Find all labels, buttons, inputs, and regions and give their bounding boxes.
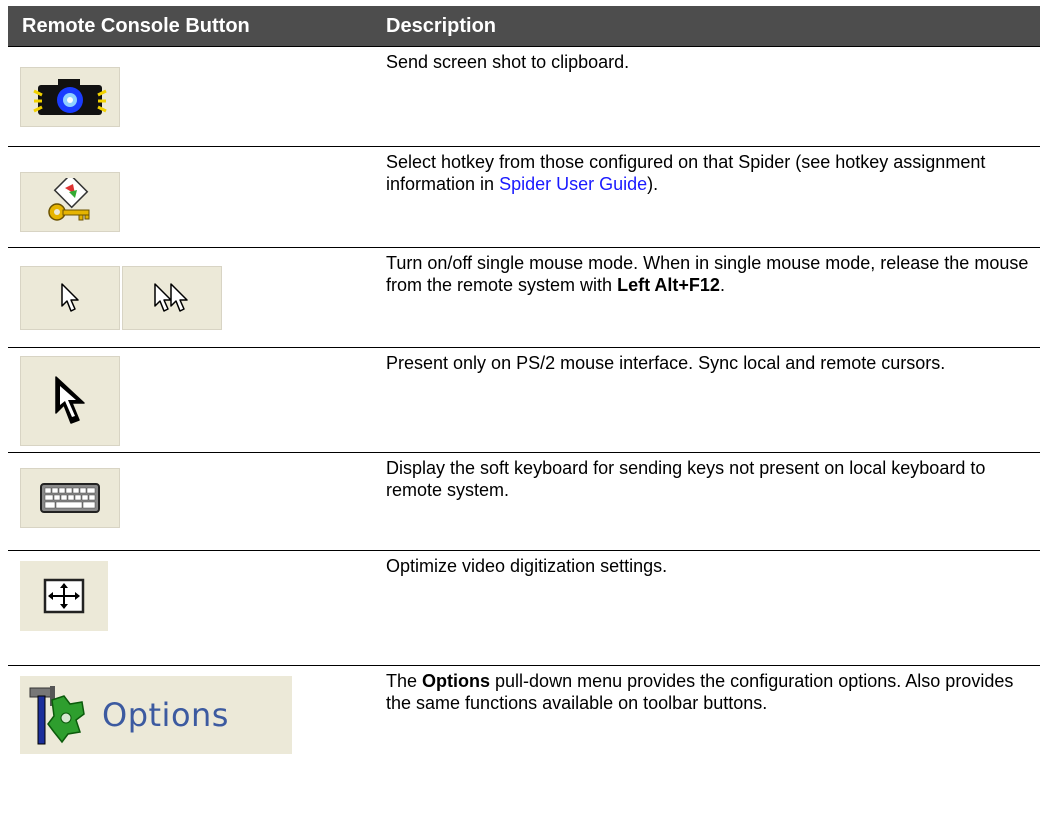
options-icon <box>29 686 85 745</box>
cursor-sync-icon <box>55 376 85 424</box>
keyboard-icon <box>40 483 100 513</box>
options-bold-text: Options <box>422 671 491 691</box>
row-description: The Options pull-down menu provides the … <box>386 671 1014 713</box>
pointer-icon <box>61 283 79 312</box>
spider-user-guide-link[interactable]: Spider User Guide <box>499 174 647 194</box>
table-row: Send screen shot to clipboard. <box>8 47 1040 147</box>
table-row: Options The Options pull-down menu provi… <box>8 666 1040 776</box>
shortcut-text: Left Alt+F12 <box>617 275 720 295</box>
header-button-column: Remote Console Button <box>22 14 250 37</box>
row-description: Send screen shot to clipboard. <box>386 52 630 72</box>
row-description: Optimize video digitization settings. <box>386 556 668 576</box>
auto-adjust-icon <box>43 578 85 614</box>
options-label: Options <box>102 696 229 734</box>
table-row: Select hotkey from those configured on t… <box>8 147 1040 248</box>
single-mouse-icon <box>154 283 188 312</box>
row-description: Present only on PS/2 mouse interface. Sy… <box>386 353 946 373</box>
single-mouse-on-button[interactable] <box>122 266 222 330</box>
table-row: Optimize video digitization settings. <box>8 551 1040 666</box>
sync-cursor-button[interactable] <box>20 356 120 446</box>
auto-adjust-button[interactable] <box>20 561 108 631</box>
row-description: Turn on/off single mouse mode. When in s… <box>386 253 1029 295</box>
single-mouse-off-button[interactable] <box>20 266 120 330</box>
camera-icon <box>33 79 107 115</box>
header-description-column: Description <box>386 14 497 37</box>
soft-keyboard-button[interactable] <box>20 468 120 528</box>
row-description: Display the soft keyboard for sending ke… <box>386 458 986 500</box>
button-reference-table: Remote Console Button Description Send s… <box>8 6 1040 776</box>
hotkey-icon <box>48 178 90 221</box>
table-row: Display the soft keyboard for sending ke… <box>8 453 1040 551</box>
hotkey-button[interactable] <box>20 172 120 232</box>
options-menu-button[interactable]: Options <box>20 676 292 754</box>
screenshot-button[interactable] <box>20 67 120 127</box>
table-row: Present only on PS/2 mouse interface. Sy… <box>8 348 1040 453</box>
row-description: Select hotkey from those configured on t… <box>386 152 986 194</box>
table-row: Turn on/off single mouse mode. When in s… <box>8 248 1040 348</box>
table-header: Remote Console Button Description <box>8 6 1040 47</box>
